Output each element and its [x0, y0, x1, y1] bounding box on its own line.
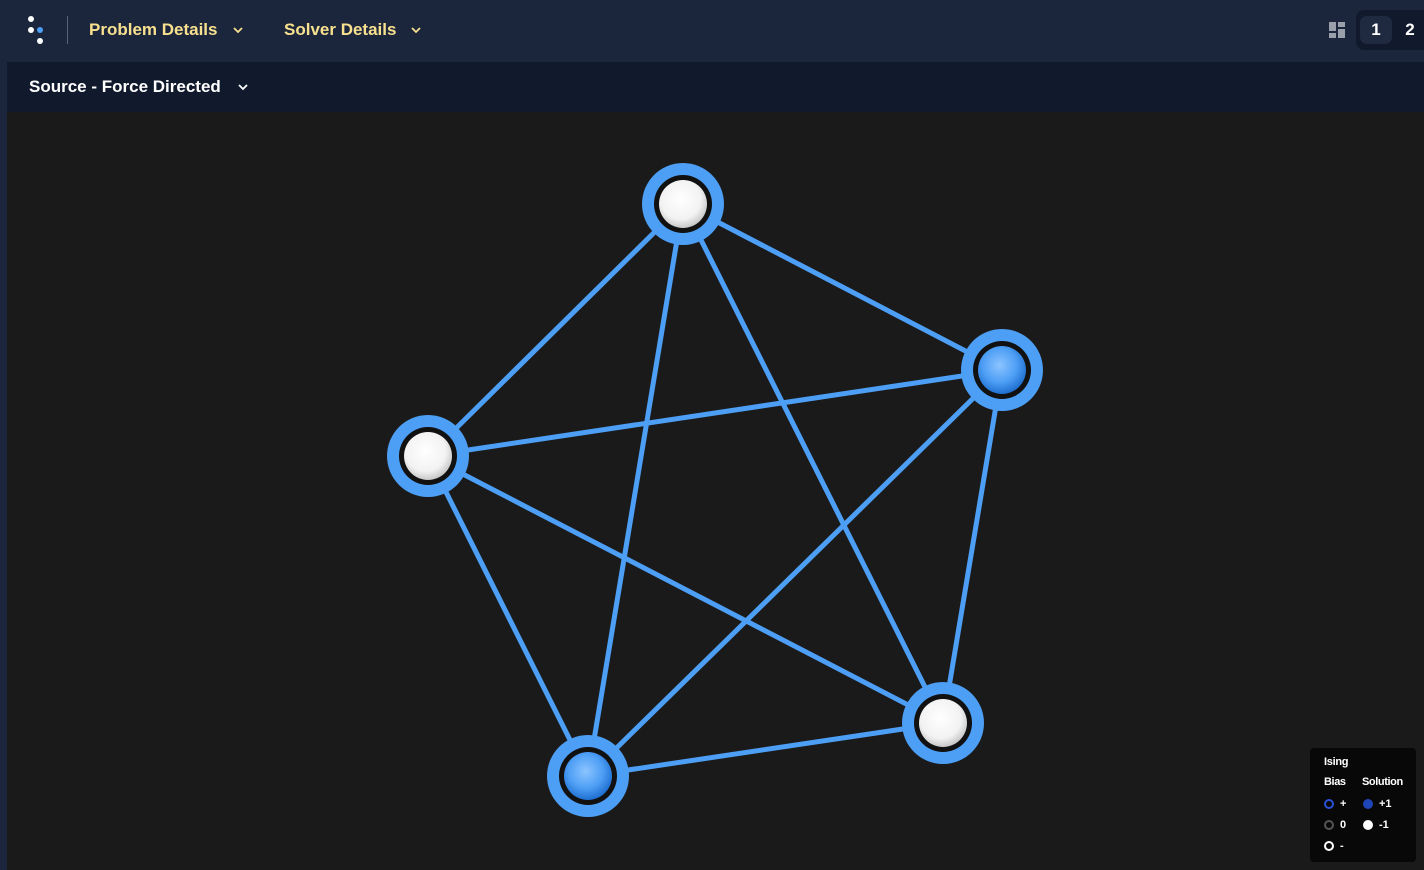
solution-plus-swatch-icon	[1363, 799, 1373, 809]
bias-negative-label: -	[1340, 840, 1344, 852]
bias-zero-label: 0	[1340, 819, 1347, 831]
chevron-down-icon	[238, 84, 248, 91]
bias-positive-swatch-icon	[1324, 799, 1334, 809]
graph-edge[interactable]	[681, 201, 1004, 373]
layout-grid-icon[interactable]	[1328, 21, 1346, 39]
view-select-label: Source - Force Directed	[29, 77, 221, 96]
graph-node-left[interactable]	[387, 415, 469, 497]
legend-solution-header: Solution	[1362, 776, 1403, 788]
legend-panel: Ising Bias Solution + 0 - +1 -1	[1310, 748, 1416, 862]
page-switcher: 1 2	[1356, 10, 1424, 50]
node-core-solution-plus	[978, 346, 1026, 394]
node-core-solution-minus	[919, 699, 967, 747]
graph-node-bottom-right[interactable]	[902, 682, 984, 764]
graph-node-bottom-left[interactable]	[547, 735, 629, 817]
problem-details-label: Problem Details	[89, 20, 218, 39]
legend-solution-minus-one: -1	[1363, 819, 1389, 831]
legend-bias-header: Bias	[1324, 776, 1346, 788]
graph-edge[interactable]	[425, 454, 591, 778]
legend-solution-plus-one: +1	[1363, 798, 1392, 810]
graph-edge[interactable]	[940, 369, 1005, 724]
nodes-layer	[387, 163, 1043, 817]
graph-edge[interactable]	[427, 367, 1003, 459]
node-core-solution-plus	[564, 752, 612, 800]
graph-svg	[387, 163, 1043, 817]
bias-positive-label: +	[1340, 798, 1347, 810]
top-bar: Problem Details Solver Details 1 2	[0, 0, 1424, 62]
page-2-button[interactable]: 2	[1394, 16, 1424, 44]
graph-edge[interactable]	[587, 720, 944, 779]
chevron-down-icon	[232, 27, 243, 34]
graph-node-right[interactable]	[961, 329, 1043, 411]
problem-details-menu[interactable]: Problem Details	[89, 16, 244, 44]
graph-edge[interactable]	[426, 202, 685, 458]
legend-bias-zero: 0	[1324, 819, 1346, 831]
node-core-solution-minus	[659, 180, 707, 228]
legend-bias-positive: +	[1324, 798, 1346, 810]
view-select-dropdown[interactable]: Source - Force Directed	[29, 75, 249, 99]
view-toolbar: Source - Force Directed	[7, 62, 1424, 112]
legend-title: Ising	[1324, 756, 1349, 768]
page-1-button[interactable]: 1	[1360, 16, 1392, 44]
solution-minus-swatch-icon	[1363, 820, 1373, 830]
solution-minus-label: -1	[1379, 819, 1389, 831]
solver-details-menu[interactable]: Solver Details	[284, 16, 422, 44]
solver-details-label: Solver Details	[284, 20, 397, 39]
edges-layer	[425, 201, 1005, 779]
legend-bias-negative: -	[1324, 840, 1344, 852]
solution-plus-label: +1	[1379, 798, 1392, 810]
graph-edge[interactable]	[585, 203, 686, 777]
header-divider	[67, 16, 68, 44]
app-logo-icon[interactable]	[26, 14, 50, 46]
graph-canvas[interactable]	[7, 112, 1424, 870]
bias-zero-swatch-icon	[1324, 820, 1334, 830]
bias-negative-swatch-icon	[1324, 841, 1334, 851]
node-core-solution-minus	[404, 432, 452, 480]
graph-node-top[interactable]	[642, 163, 724, 245]
chevron-down-icon	[411, 27, 422, 34]
